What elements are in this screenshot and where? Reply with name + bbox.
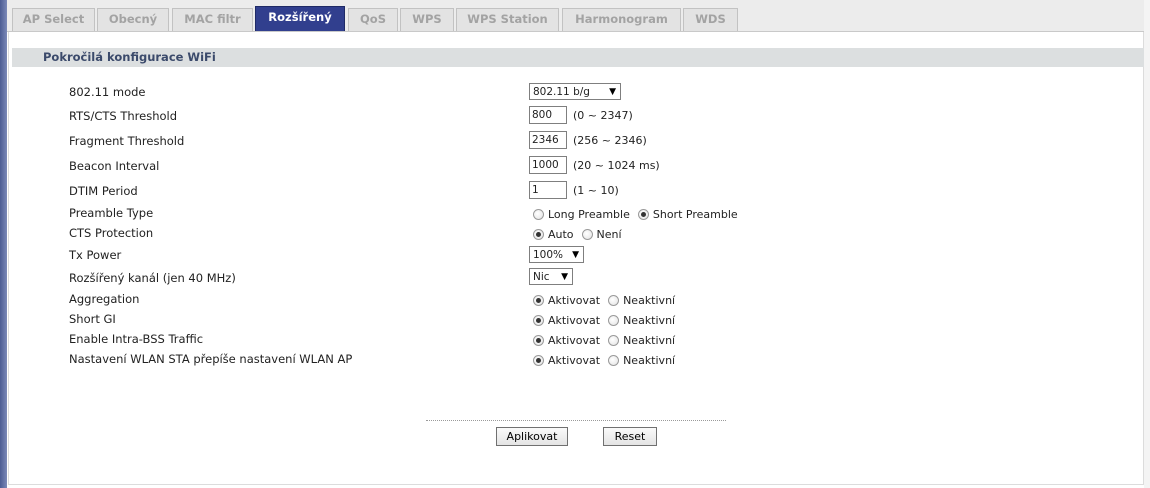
extension-channel-select[interactable]: Nic ▼: [529, 268, 573, 285]
tab-harmonogram[interactable]: Harmonogram: [562, 8, 681, 31]
label-fragment-threshold: Fragment Threshold: [69, 134, 185, 148]
aggregation-disable-radio[interactable]: [608, 295, 620, 306]
tab-bar: AP Select Obecný MAC filtr Rozšířený QoS…: [7, 0, 1144, 32]
cts-auto-label: Auto: [548, 228, 574, 241]
label-short-gi: Short GI: [69, 312, 116, 326]
mode-select-value: 802.11 b/g: [533, 85, 590, 98]
button-divider: [426, 420, 726, 421]
beacon-interval-input[interactable]: 1000: [529, 156, 567, 174]
label-cts-protection: CTS Protection: [69, 226, 154, 240]
preamble-long-label: Long Preamble: [548, 208, 630, 221]
tx-power-value: 100%: [533, 248, 564, 261]
label-preamble-type: Preamble Type: [69, 206, 154, 220]
fragment-threshold-range: (256 ~ 2346): [573, 133, 647, 147]
tab-rozsireny[interactable]: Rozšířený: [255, 6, 345, 31]
preamble-radio-group: Long Preamble Short Preamble: [529, 208, 742, 221]
shortgi-disable-radio[interactable]: [608, 315, 620, 326]
dtim-period-range: (1 ~ 10): [573, 183, 619, 197]
shortgi-radio-group: Aktivovat Neaktivní: [529, 314, 679, 327]
tab-wps[interactable]: WPS: [400, 8, 454, 31]
aggregation-disable-label: Neaktivní: [623, 294, 676, 307]
beacon-interval-range: (20 ~ 1024 ms): [573, 158, 660, 172]
intrabss-disable-label: Neaktivní: [623, 334, 676, 347]
reset-button[interactable]: Reset: [603, 427, 657, 446]
wlansta-disable-radio[interactable]: [608, 355, 620, 366]
extension-channel-value: Nic: [533, 270, 550, 283]
shortgi-enable-label: Aktivovat: [548, 314, 601, 327]
label-wlan-sta-override: Nastavení WLAN STA přepíše nastavení WLA…: [69, 352, 353, 366]
intrabss-enable-label: Aktivovat: [548, 334, 601, 347]
cts-none-radio[interactable]: [581, 229, 593, 240]
cts-radio-group: Auto Není: [529, 228, 626, 241]
preamble-short-radio[interactable]: [637, 209, 649, 220]
tx-power-select[interactable]: 100% ▼: [529, 246, 584, 263]
apply-button[interactable]: Aplikovat: [496, 427, 568, 446]
cts-auto-radio[interactable]: [533, 229, 544, 240]
txpower-control: 100% ▼: [529, 246, 584, 263]
section-title: Pokročilá konfigurace WiFi: [12, 48, 1145, 67]
tab-ap-select[interactable]: AP Select: [12, 8, 95, 31]
rts-threshold-input[interactable]: 800: [529, 106, 567, 124]
mode-control: 802.11 b/g ▼: [529, 83, 621, 100]
beacon-control: 1000 (20 ~ 1024 ms): [529, 156, 660, 174]
chevron-down-icon: ▼: [572, 249, 579, 260]
wlansta-disable-label: Neaktivní: [623, 354, 676, 367]
aggregation-radio-group: Aktivovat Neaktivní: [529, 294, 679, 307]
intrabss-disable-radio[interactable]: [608, 335, 620, 346]
dtim-control: 1 (1 ~ 10): [529, 181, 619, 199]
label-rts-threshold: RTS/CTS Threshold: [69, 109, 178, 123]
label-aggregation: Aggregation: [69, 292, 140, 306]
tab-mac-filtr[interactable]: MAC filtr: [172, 8, 253, 31]
chevron-down-icon: ▼: [561, 271, 568, 282]
shortgi-enable-radio[interactable]: [533, 315, 544, 326]
label-intra-bss: Enable Intra-BSS Traffic: [69, 332, 204, 346]
preamble-long-radio[interactable]: [533, 209, 544, 220]
label-dtim-period: DTIM Period: [69, 184, 138, 198]
settings-panel: Pokročilá konfigurace WiFi 802.11 mode 8…: [8, 32, 1145, 485]
tab-obecny[interactable]: Obecný: [97, 8, 169, 31]
rts-control: 800 (0 ~ 2347): [529, 106, 633, 124]
window-left-edge: [0, 0, 7, 488]
rts-threshold-range: (0 ~ 2347): [573, 108, 633, 122]
intrabss-radio-group: Aktivovat Neaktivní: [529, 334, 679, 347]
frag-control: 2346 (256 ~ 2346): [529, 131, 647, 149]
wlansta-enable-label: Aktivovat: [548, 354, 601, 367]
preamble-short-label: Short Preamble: [652, 208, 738, 221]
mode-select[interactable]: 802.11 b/g ▼: [529, 83, 621, 100]
label-extension-channel: Rozšířený kanál (jen 40 MHz): [69, 271, 236, 285]
shortgi-disable-label: Neaktivní: [623, 314, 676, 327]
dtim-period-input[interactable]: 1: [529, 181, 567, 199]
label-80211-mode: 802.11 mode: [69, 85, 146, 99]
chevron-down-icon: ▼: [609, 86, 616, 97]
wlansta-radio-group: Aktivovat Neaktivní: [529, 354, 679, 367]
aggregation-enable-radio[interactable]: [533, 295, 544, 306]
fragment-threshold-input[interactable]: 2346: [529, 131, 567, 149]
intrabss-enable-radio[interactable]: [533, 335, 544, 346]
cts-none-label: Není: [596, 228, 622, 241]
window-right-edge: [1144, 0, 1150, 488]
wlansta-enable-radio[interactable]: [533, 355, 544, 366]
tab-wds[interactable]: WDS: [683, 8, 738, 31]
label-beacon-interval: Beacon Interval: [69, 159, 160, 173]
label-tx-power: Tx Power: [69, 248, 122, 262]
aggregation-enable-label: Aktivovat: [548, 294, 601, 307]
tab-qos[interactable]: QoS: [348, 8, 398, 31]
tab-wps-station[interactable]: WPS Station: [456, 8, 559, 31]
extchan-control: Nic ▼: [529, 268, 573, 285]
